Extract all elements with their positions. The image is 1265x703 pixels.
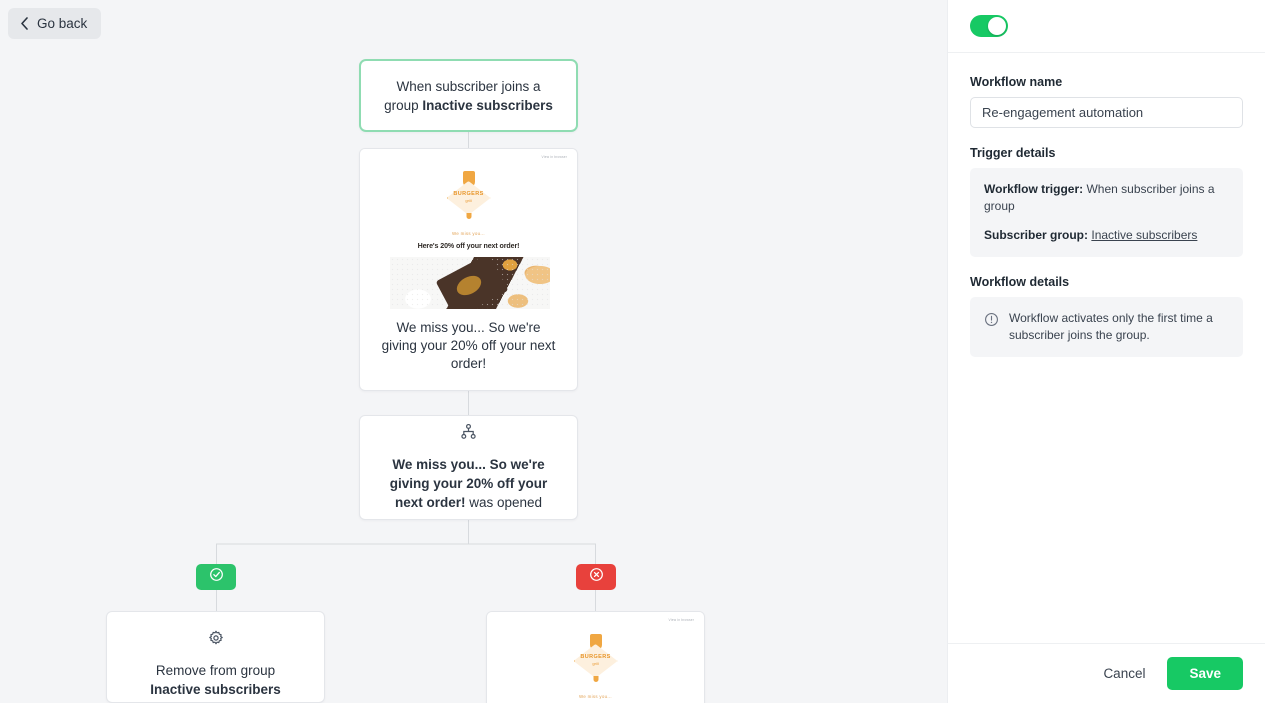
node-email-top-caption: We miss you... So we're giving your 20% …: [381, 319, 556, 371]
workflow-details-note: Workflow activates only the first time a…: [1009, 311, 1213, 342]
logo-stem: [466, 213, 471, 219]
chevron-left-icon: [20, 17, 29, 30]
trigger-row-subscriber-group: Subscriber group: Inactive subscribers: [984, 227, 1229, 244]
logo-sublabel-bottom: grill: [592, 661, 599, 666]
go-back-button[interactable]: Go back: [8, 8, 102, 39]
node-condition[interactable]: We miss you... So we're giving your 20% …: [359, 415, 578, 520]
brand-logo-top: BURGERS grill: [443, 169, 495, 221]
node-action-group-name: Inactive subscribers: [150, 682, 281, 697]
node-action-remove-group[interactable]: Remove from group Inactive subscribers: [106, 611, 325, 703]
subscriber-group-link[interactable]: Inactive subscribers: [1091, 228, 1197, 242]
panel-body: Workflow name Trigger details Workflow t…: [948, 53, 1265, 643]
branch-badge-yes[interactable]: [196, 564, 236, 590]
trigger-row-workflow-trigger: Workflow trigger: When subscriber joins …: [984, 181, 1229, 215]
panel-header: [948, 0, 1265, 53]
trigger-details-title: Trigger details: [970, 146, 1056, 160]
workflow-editor: Go back When subscriber joins a group In…: [0, 0, 1265, 703]
workflow-canvas[interactable]: Go back When subscriber joins a group In…: [0, 0, 947, 703]
workflow-trigger-label: Workflow trigger:: [984, 182, 1084, 196]
node-email-top[interactable]: View in browser BURGERS grill We miss yo…: [359, 148, 578, 391]
workflow-name-input[interactable]: [970, 97, 1243, 128]
node-trigger-text: When subscriber joins a group Inactive s…: [361, 77, 576, 115]
view-in-browser-link-bottom: View in browser: [668, 618, 694, 622]
go-back-wrap: Go back: [8, 8, 102, 39]
view-in-browser-link-top: View in browser: [541, 155, 567, 159]
logo-label-bottom: BURGERS: [580, 654, 611, 660]
node-action-text: Remove from group Inactive subscribers: [150, 661, 281, 699]
go-back-label: Go back: [37, 16, 88, 31]
email-preview-top: View in browser BURGERS grill We miss yo…: [360, 149, 577, 309]
email-kicker-top: We miss you...: [452, 231, 485, 236]
brand-logo-bottom: BURGERS grill: [570, 632, 622, 684]
x-circle-icon: [589, 567, 604, 587]
gear-icon: [208, 630, 224, 651]
workflow-name-label: Workflow name: [970, 75, 1063, 89]
subscriber-group-label: Subscriber group:: [984, 228, 1089, 242]
email-kicker-bottom: We miss you...: [579, 694, 612, 699]
toggle-knob: [988, 17, 1006, 35]
node-trigger-group-name: Inactive subscribers: [422, 97, 553, 113]
node-condition-suffix: was opened: [465, 494, 543, 510]
email-food-photo-top: [390, 257, 550, 309]
cancel-button[interactable]: Cancel: [1091, 657, 1157, 690]
node-email-bottom[interactable]: View in browser BURGERS grill We miss yo…: [486, 611, 705, 703]
email-preview-bottom: View in browser BURGERS grill We miss yo…: [487, 612, 704, 703]
check-circle-icon: [209, 567, 224, 587]
hierarchy-icon: [461, 423, 476, 444]
logo-sublabel-top: grill: [465, 198, 472, 203]
logo-stem-bottom: [593, 676, 598, 682]
workflow-enabled-toggle[interactable]: [970, 15, 1008, 37]
workflow-details-title: Workflow details: [970, 275, 1070, 289]
logo-label-top: BURGERS: [453, 191, 484, 197]
panel-footer: Cancel Save: [948, 643, 1265, 703]
workflow-details-box: Workflow activates only the first time a…: [970, 297, 1243, 357]
info-circle-icon: [984, 310, 999, 332]
settings-panel: Workflow name Trigger details Workflow t…: [947, 0, 1265, 703]
node-action-text-prefix: Remove from group: [155, 663, 276, 678]
node-trigger[interactable]: When subscriber joins a group Inactive s…: [359, 59, 578, 132]
trigger-details-box: Workflow trigger: When subscriber joins …: [970, 168, 1243, 257]
node-condition-text: We miss you... So we're giving your 20% …: [374, 455, 563, 512]
email-headline-top: Here's 20% off your next order!: [417, 242, 520, 250]
save-button[interactable]: Save: [1167, 657, 1243, 690]
branch-badge-no[interactable]: [576, 564, 616, 590]
